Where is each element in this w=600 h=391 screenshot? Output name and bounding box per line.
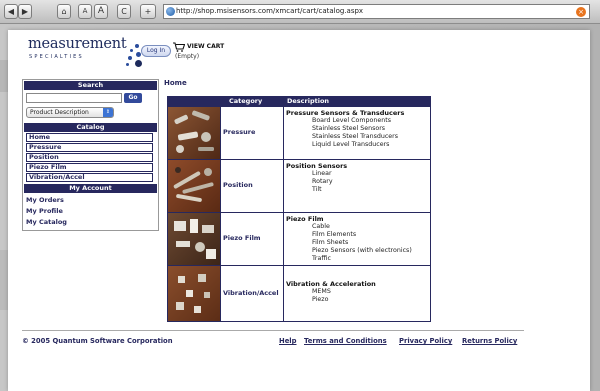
column-header-description: Description: [287, 97, 330, 105]
logo-dots-icon: [125, 44, 143, 68]
catalog-item-vibration-accel[interactable]: Vibration/Accel: [26, 173, 153, 182]
vibration-sensors-photo: [176, 274, 210, 313]
browser-toolbar: ◀ ▶ ⌂ A A C + http://shop.msisensors.com…: [0, 0, 600, 24]
subcategory-link[interactable]: Stainless Steel Sensors: [312, 125, 385, 132]
breadcrumb[interactable]: Home: [164, 79, 187, 87]
shopping-cart-icon[interactable]: [173, 42, 185, 52]
footer-link-terms[interactable]: Terms and Conditions: [304, 337, 387, 345]
catalog-item-position[interactable]: Position: [26, 153, 153, 162]
description-title: Position Sensors: [286, 162, 348, 170]
category-link-vibration-accel[interactable]: Vibration/Accel: [223, 289, 279, 297]
search-input[interactable]: [26, 93, 122, 103]
catalog-item-home[interactable]: Home: [26, 133, 153, 142]
table-row: Position Position Sensors Linear Rotary …: [168, 160, 430, 212]
subcategory-link[interactable]: MEMS: [312, 288, 331, 295]
table-row: Vibration/Accel Vibration & Acceleration…: [168, 266, 430, 321]
address-url: http://shop.msisensors.com/xmcart/cart/c…: [176, 7, 364, 15]
pressure-product-image[interactable]: [168, 107, 220, 159]
cart-status: (Empty): [175, 53, 200, 60]
measurement-specialties-logo[interactable]: measurement SPECIALTIES: [28, 36, 143, 70]
category-link-position[interactable]: Position: [223, 181, 253, 189]
my-account-heading: My Account: [24, 184, 157, 193]
subcategory-link[interactable]: Liquid Level Transducers: [312, 141, 389, 148]
table-row: Piezo Film Piezo Film Cable Film Element…: [168, 213, 430, 265]
logo-wordmark: measurement: [28, 36, 127, 52]
table-row: Pressure Pressure Sensors & Transducers …: [168, 107, 430, 159]
subcategory-link[interactable]: Piezo: [312, 296, 328, 303]
vibration-product-image[interactable]: [168, 266, 220, 321]
catalog-table: Category Description Pressure Pressure S…: [167, 96, 431, 322]
position-sensors-photo: [173, 167, 214, 202]
subcategory-link[interactable]: Linear: [312, 170, 332, 177]
search-heading: Search: [24, 81, 157, 90]
my-catalog-link[interactable]: My Catalog: [26, 218, 67, 226]
subcategory-link[interactable]: Traffic: [312, 255, 331, 262]
subcategory-link[interactable]: Rotary: [312, 178, 333, 185]
description-title: Pressure Sensors & Transducers: [286, 109, 405, 117]
copyright-text: © 2005 Quantum Software Corporation: [22, 337, 173, 345]
footer-link-returns[interactable]: Returns Policy: [462, 337, 517, 345]
subcategory-link[interactable]: Piezo Sensors (with electronics): [312, 247, 412, 254]
address-bar[interactable]: http://shop.msisensors.com/xmcart/cart/c…: [163, 4, 590, 19]
category-link-pressure[interactable]: Pressure: [223, 128, 255, 136]
footer-link-privacy[interactable]: Privacy Policy: [399, 337, 452, 345]
chevron-updown-icon: ⇕: [103, 108, 113, 117]
subcategory-link[interactable]: Film Sheets: [312, 239, 348, 246]
description-title: Vibration & Acceleration: [286, 280, 376, 288]
subcategory-link[interactable]: Board Level Components: [312, 117, 391, 124]
reload-button[interactable]: C: [117, 4, 131, 19]
text-smaller-button[interactable]: A: [78, 4, 92, 19]
description-title: Piezo Film: [286, 215, 324, 223]
pressure-sensors-photo: [174, 110, 214, 153]
category-link-piezo-film[interactable]: Piezo Film: [223, 234, 261, 242]
home-button[interactable]: ⌂: [57, 4, 71, 19]
back-button[interactable]: ◀: [4, 4, 18, 19]
column-header-category: Category: [229, 97, 263, 105]
forward-button[interactable]: ▶: [18, 4, 32, 19]
my-orders-link[interactable]: My Orders: [26, 196, 64, 204]
web-page: measurement SPECIALTIES Log In VIEW CART…: [8, 30, 590, 391]
go-button[interactable]: Go: [124, 93, 142, 103]
catalog-item-pressure[interactable]: Pressure: [26, 143, 153, 152]
subcategory-link[interactable]: Tilt: [312, 186, 322, 193]
add-bookmark-button[interactable]: +: [140, 4, 156, 19]
subcategory-link[interactable]: Stainless Steel Transducers: [312, 133, 398, 140]
footer-divider: [22, 330, 524, 331]
login-button[interactable]: Log In: [141, 45, 171, 57]
globe-icon: [166, 7, 175, 16]
view-cart-link[interactable]: VIEW CART: [187, 43, 224, 50]
footer-link-help[interactable]: Help: [279, 337, 297, 345]
search-type-select[interactable]: Product Description ⇕: [26, 107, 114, 118]
subcategory-link[interactable]: Film Elements: [312, 231, 356, 238]
text-larger-button[interactable]: A: [94, 4, 108, 19]
catalog-heading: Catalog: [24, 123, 157, 132]
piezo-film-photo: [174, 219, 216, 259]
piezo-film-product-image[interactable]: [168, 213, 220, 265]
my-profile-link[interactable]: My Profile: [26, 207, 63, 215]
logo-tagline: SPECIALTIES: [29, 54, 84, 60]
position-product-image[interactable]: [168, 160, 220, 212]
sidebar: Search Go Product Description ⇕ Catalog …: [22, 79, 159, 231]
search-type-value: Product Description: [30, 109, 89, 116]
subcategory-link[interactable]: Cable: [312, 223, 330, 230]
catalog-item-piezo-film[interactable]: Piezo Film: [26, 163, 153, 172]
stop-icon[interactable]: ×: [576, 7, 586, 17]
